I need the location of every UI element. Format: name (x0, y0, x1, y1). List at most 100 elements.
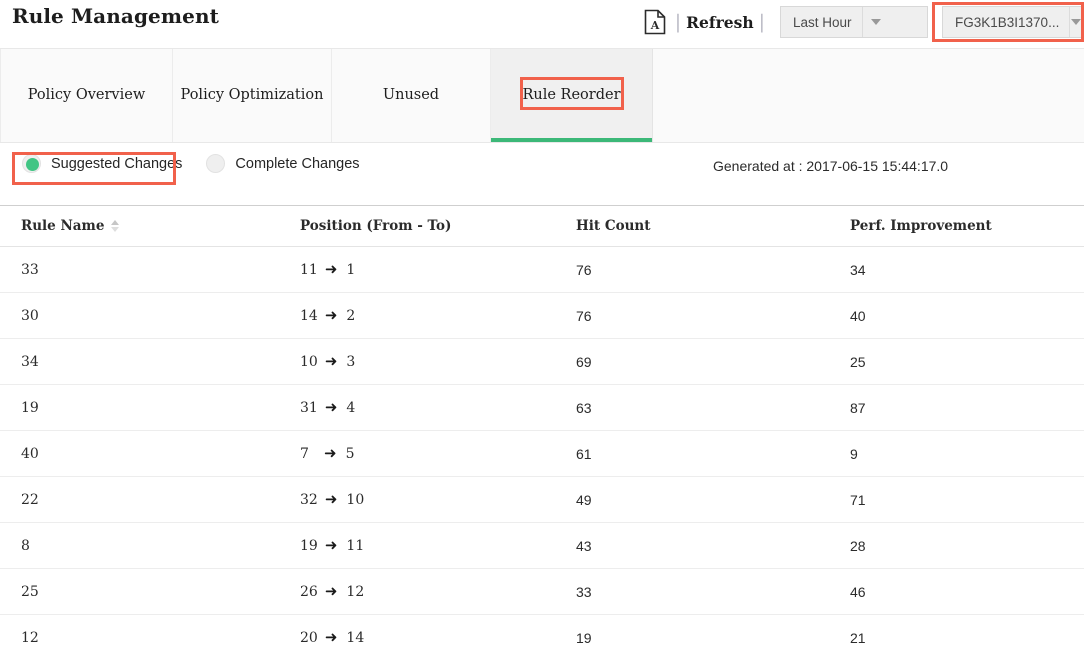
table-row[interactable]: 819➜114328 (0, 523, 1084, 569)
position-to: 12 (346, 584, 364, 600)
tab-bar: Policy Overview Policy Optimization Unus… (0, 48, 1084, 143)
tab-bar-filler (653, 49, 1084, 142)
cell-position: 20 ➜ 14 (300, 630, 576, 646)
radio-unselected-icon[interactable] (206, 154, 225, 173)
changes-radio-group: Suggested Changes Complete Changes (22, 154, 374, 173)
table-row[interactable]: 3410➜36925 (0, 339, 1084, 385)
table-row[interactable]: 2526➜123346 (0, 569, 1084, 615)
radio-complete-changes[interactable]: Complete Changes (206, 154, 359, 173)
cell-position: 7➜5 (300, 446, 576, 462)
table-row[interactable]: 1931➜46387 (0, 385, 1084, 431)
position-from: 20 (300, 630, 318, 646)
cell-hit-count: 61 (576, 446, 850, 462)
radio-selected-icon[interactable] (22, 154, 41, 173)
tab-label: Policy Optimization (181, 86, 324, 106)
column-header-label: Position (From - To) (300, 218, 451, 234)
column-header-label: Hit Count (576, 218, 650, 234)
column-header-label: Rule Name (21, 218, 104, 234)
position-from: 31 (300, 400, 318, 416)
tab-unused[interactable]: Unused (332, 49, 491, 142)
arrow-right-icon: ➜ (325, 492, 338, 507)
cell-perf-improvement: 34 (850, 262, 1084, 278)
generated-at-text: Generated at : 2017-06-15 15:44:17.0 (713, 158, 948, 174)
cell-rule-name: 22 (21, 492, 300, 508)
cell-position: 26➜12 (300, 584, 576, 600)
arrow-right-icon: ➜ (325, 400, 338, 415)
tab-rule-reorder[interactable]: Rule Reorder (491, 49, 653, 142)
position-to: 1 (346, 262, 355, 278)
radio-label: Suggested Changes (51, 156, 182, 172)
cell-hit-count: 43 (576, 538, 850, 554)
rule-reorder-table: Rule Name Position (From - To) Hit Count… (0, 205, 1084, 655)
chevron-down-icon[interactable] (1069, 7, 1081, 37)
cell-position: 19➜11 (300, 538, 576, 554)
position-from: 10 (300, 354, 318, 370)
arrow-right-icon: ➜ (325, 630, 338, 645)
position-to: 10 (346, 492, 364, 508)
table-row[interactable]: 2232 ➜ 10 4971 (0, 477, 1084, 523)
pdf-export-icon[interactable]: A (644, 9, 666, 35)
column-header-label: Perf. Improvement (850, 218, 992, 234)
device-value: FG3K1B3I1370... (943, 7, 1069, 37)
cell-position: 14➜2 (300, 308, 576, 324)
cell-hit-count: 76 (576, 308, 850, 324)
table-row[interactable]: 1220 ➜ 14 1921 (0, 615, 1084, 655)
tab-policy-overview[interactable]: Policy Overview (0, 49, 173, 142)
time-range-dropdown[interactable]: Last Hour (780, 6, 928, 38)
arrow-right-icon: ➜ (325, 262, 338, 277)
device-dropdown[interactable]: FG3K1B3I1370... (942, 6, 1082, 38)
cell-rule-name: 40 (21, 446, 300, 462)
page-header: Rule Management A | Refresh | Last Hour (0, 0, 1084, 48)
cell-position: 11 ➜ 1 (300, 262, 576, 278)
cell-perf-improvement: 28 (850, 538, 1084, 554)
column-header-perf-improvement[interactable]: Perf. Improvement (850, 218, 1084, 234)
column-header-position[interactable]: Position (From - To) (300, 218, 576, 234)
cell-hit-count: 19 (576, 630, 850, 646)
refresh-button[interactable]: Refresh (686, 13, 753, 32)
toolbar-separator-1: | (675, 13, 681, 32)
time-range-value: Last Hour (781, 7, 862, 37)
position-to: 4 (346, 400, 355, 416)
chevron-down-icon[interactable] (862, 7, 890, 37)
cell-perf-improvement: 46 (850, 584, 1084, 600)
changes-controls: Suggested Changes Complete Changes Gener… (0, 145, 1084, 193)
arrow-right-icon: ➜ (324, 446, 337, 461)
cell-hit-count: 49 (576, 492, 850, 508)
cell-rule-name: 30 (21, 308, 300, 324)
cell-perf-improvement: 40 (850, 308, 1084, 324)
table-row[interactable]: 3311➜17634 (0, 247, 1084, 293)
table-row[interactable]: 407➜5619 (0, 431, 1084, 477)
radio-suggested-changes[interactable]: Suggested Changes (22, 154, 182, 173)
cell-perf-improvement: 9 (850, 446, 1084, 462)
cell-rule-name: 8 (21, 538, 300, 554)
cell-rule-name: 12 (21, 630, 300, 646)
table-row[interactable]: 3014➜27640 (0, 293, 1084, 339)
tab-policy-optimization[interactable]: Policy Optimization (173, 49, 332, 142)
tab-label: Policy Overview (28, 86, 146, 106)
cell-perf-improvement: 21 (850, 630, 1084, 646)
position-from: 14 (300, 308, 318, 324)
cell-position: 10➜3 (300, 354, 576, 370)
cell-hit-count: 63 (576, 400, 850, 416)
cell-perf-improvement: 71 (850, 492, 1084, 508)
position-to: 14 (346, 630, 364, 646)
rule-management-page: Rule Management A | Refresh | Last Hour (0, 0, 1084, 655)
position-from: 32 (300, 492, 318, 508)
header-toolbar: A | Refresh | Last Hour FG3K1B3I1370... (644, 4, 1082, 40)
position-from: 11 (300, 262, 318, 278)
position-to: 2 (346, 308, 355, 324)
position-to: 11 (346, 538, 364, 554)
position-from: 26 (300, 584, 318, 600)
arrow-right-icon: ➜ (325, 538, 338, 553)
sort-arrows-icon[interactable] (111, 220, 119, 232)
cell-perf-improvement: 87 (850, 400, 1084, 416)
cell-rule-name: 34 (21, 354, 300, 370)
tab-label: Rule Reorder (522, 86, 620, 106)
cell-hit-count: 33 (576, 584, 850, 600)
column-header-hit-count[interactable]: Hit Count (576, 218, 850, 234)
cell-rule-name: 25 (21, 584, 300, 600)
position-from: 7 (300, 446, 317, 462)
column-header-rule-name[interactable]: Rule Name (21, 218, 300, 234)
tab-label: Unused (383, 86, 439, 106)
radio-label: Complete Changes (235, 156, 359, 172)
